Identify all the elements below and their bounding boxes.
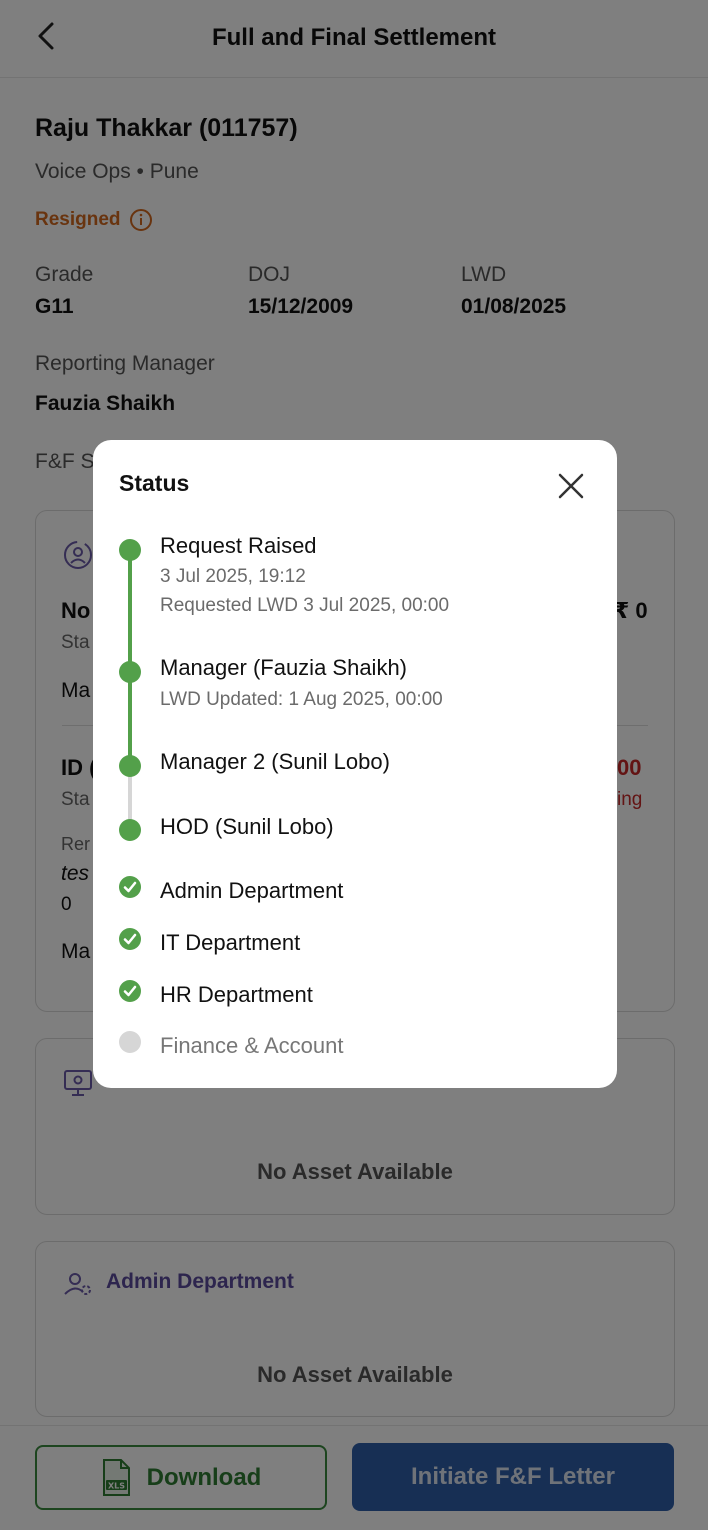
step-title: Admin Department xyxy=(160,878,344,903)
timeline-dot xyxy=(119,539,141,561)
step-title: IT Department xyxy=(160,930,301,955)
check-circle-icon xyxy=(119,928,141,950)
step-title: HR Department xyxy=(160,982,313,1007)
pending-dot xyxy=(119,1031,141,1053)
modal-title: Status xyxy=(119,470,190,496)
step-detail: Requested LWD 3 Jul 2025, 00:00 xyxy=(160,595,450,616)
timeline-dot xyxy=(119,819,141,841)
timeline-connector xyxy=(128,550,132,672)
timeline-dot xyxy=(119,755,141,777)
check-circle-icon xyxy=(119,980,141,1002)
step-title: Request Raised xyxy=(160,533,317,558)
step-title: Manager 2 (Sunil Lobo) xyxy=(160,749,390,774)
check-circle-icon xyxy=(119,876,141,898)
timeline-dot xyxy=(119,661,141,683)
step-title: HOD (Sunil Lobo) xyxy=(160,814,334,839)
step-detail: LWD Updated: 1 Aug 2025, 00:00 xyxy=(160,689,443,710)
status-modal: Status Request Raised 3 Jul 2025, 19:12 … xyxy=(93,440,617,1088)
timeline-connector xyxy=(128,672,132,766)
step-detail: 3 Jul 2025, 19:12 xyxy=(160,566,306,587)
close-icon xyxy=(558,473,584,499)
step-title: Manager (Fauzia Shaikh) xyxy=(160,655,408,680)
close-button[interactable] xyxy=(555,470,587,502)
step-title: Finance & Account xyxy=(160,1033,344,1058)
